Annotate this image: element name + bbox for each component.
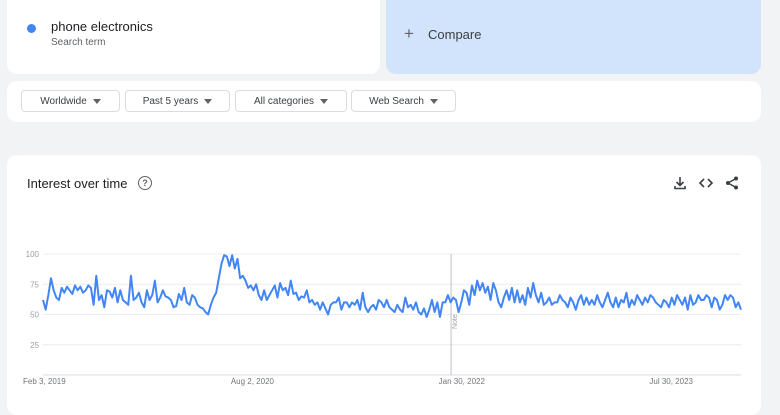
time-range-filter-dropdown[interactable]: Past 5 years	[125, 90, 230, 112]
plus-icon: +	[404, 24, 414, 43]
search-term-card[interactable]: phone electronics Search term	[7, 0, 380, 74]
y-tick-label: 75	[30, 280, 39, 289]
y-axis-tick-labels: 25 50 75 100	[26, 250, 40, 350]
x-tick-label: Jan 30, 2022	[439, 377, 486, 386]
interest-line-chart: 25 50 75 100 Feb 3, 2019 Aug 2, 2020 Jan 30, …	[23, 250, 742, 386]
chart-gridlines	[43, 253, 741, 376]
y-tick-label: 100	[26, 250, 40, 259]
dropdown-caret-icon	[204, 98, 213, 104]
search-term-color-dot	[27, 24, 36, 33]
search-term-subtitle: Search term	[51, 37, 106, 48]
x-tick-label: Jul 30, 2023	[649, 377, 693, 386]
location-filter-label: Worldwide	[40, 95, 87, 107]
dropdown-caret-icon	[92, 98, 101, 104]
dropdown-caret-icon	[429, 98, 438, 104]
search-type-filter-dropdown[interactable]: Web Search	[351, 90, 456, 112]
compare-button[interactable]: + Compare	[386, 0, 761, 74]
y-tick-label: 50	[30, 311, 39, 320]
filter-bar: Worldwide Past 5 years All categories We…	[7, 81, 761, 122]
y-tick-label: 25	[30, 341, 39, 350]
x-tick-label: Aug 2, 2020	[231, 377, 275, 386]
interest-over-time-card: Interest over time ? 25 50 75 100 Feb 3, 20…	[7, 155, 761, 415]
note-label[interactable]: Note	[452, 314, 459, 329]
search-term-name[interactable]: phone electronics	[51, 19, 153, 34]
time-range-filter-label: Past 5 years	[142, 95, 199, 107]
dropdown-caret-icon	[320, 98, 329, 104]
x-tick-label: Feb 3, 2019	[23, 377, 66, 386]
series-line-phone-electronics[interactable]	[42, 254, 742, 318]
category-filter-dropdown[interactable]: All categories	[235, 90, 347, 112]
x-axis-tick-labels: Feb 3, 2019 Aug 2, 2020 Jan 30, 2022 Jul 30…	[23, 377, 694, 386]
search-type-filter-label: Web Search	[369, 95, 424, 107]
compare-label: Compare	[428, 27, 482, 42]
category-filter-label: All categories	[253, 95, 315, 107]
chart-note-marker: Note	[450, 254, 459, 375]
location-filter-dropdown[interactable]: Worldwide	[21, 90, 120, 112]
